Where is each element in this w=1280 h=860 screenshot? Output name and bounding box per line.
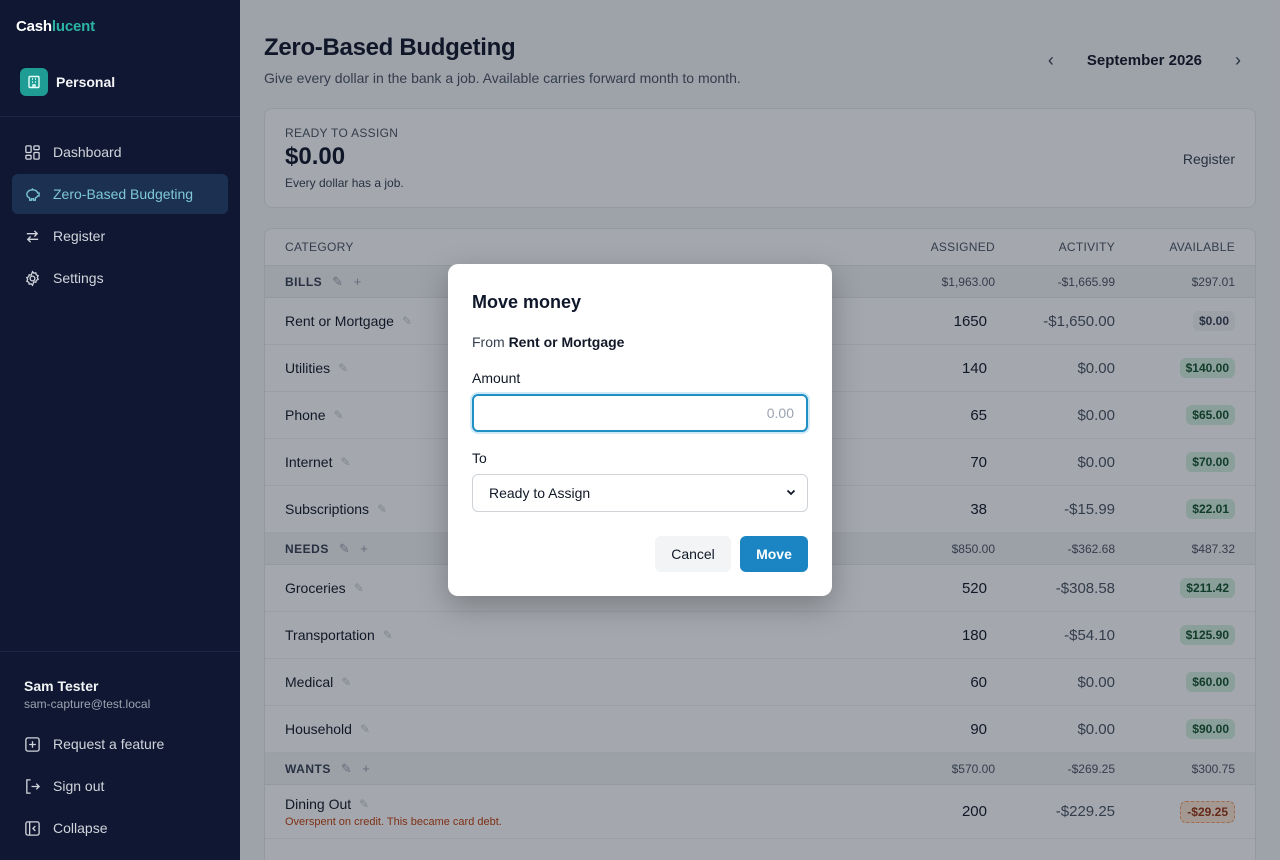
brand-logo[interactable]: Cashlucent xyxy=(16,18,95,35)
gear-icon xyxy=(25,269,40,287)
sidebar-item-settings[interactable]: Settings xyxy=(12,258,228,298)
sidebar-item-label: Dashboard xyxy=(53,144,122,160)
sidebar-item-register[interactable]: Register xyxy=(12,216,228,256)
sidebar-bottom-actions: Request a feature Sign out Collapse xyxy=(12,724,228,850)
cancel-button[interactable]: Cancel xyxy=(655,536,731,572)
dashboard-icon xyxy=(25,144,40,160)
arrows-exchange-icon xyxy=(26,229,39,243)
sidebar-item-label: Register xyxy=(53,228,106,244)
plus-square-icon xyxy=(25,736,40,752)
request-feature-label: Request a feature xyxy=(53,736,165,752)
amount-input[interactable] xyxy=(472,394,808,432)
brand-text-part2: lucent xyxy=(51,18,95,35)
sidebar: Cashlucent Personal Dashboard Zero-Based… xyxy=(0,0,240,860)
move-button[interactable]: Move xyxy=(740,536,808,572)
sign-out-label: Sign out xyxy=(53,778,105,794)
chevron-down-icon xyxy=(785,485,797,501)
workspace-name: Personal xyxy=(56,74,116,90)
to-label: To xyxy=(472,450,487,466)
sidebar-item-label: Zero-Based Budgeting xyxy=(53,186,194,202)
sidebar-item-dashboard[interactable]: Dashboard xyxy=(12,132,228,172)
collapse-icon xyxy=(25,820,40,836)
amount-label: Amount xyxy=(472,370,521,386)
user-email: sam-capture@test.local xyxy=(24,697,151,711)
user-name: Sam Tester xyxy=(24,678,99,694)
user-info: Sam Tester sam-capture@test.local xyxy=(24,678,150,711)
to-selected-value: Ready to Assign xyxy=(489,485,591,501)
sidebar-item-label: Settings xyxy=(53,270,104,286)
collapse-label: Collapse xyxy=(53,820,108,836)
sidebar-item-zero-based-budgeting[interactable]: Zero-Based Budgeting xyxy=(12,174,228,214)
to-select[interactable]: Ready to Assign xyxy=(472,474,808,512)
sidebar-divider xyxy=(0,116,240,117)
sign-out-icon xyxy=(26,778,41,794)
move-money-dialog: Move money From Rent or Mortgage Amount … xyxy=(448,264,832,596)
dialog-title: Move money xyxy=(472,292,582,312)
sign-out-button[interactable]: Sign out xyxy=(12,766,228,806)
request-feature-button[interactable]: Request a feature xyxy=(12,724,228,764)
from-line: From Rent or Mortgage xyxy=(472,334,624,350)
brand-text-part1: Cash xyxy=(16,18,52,35)
sidebar-nav: Dashboard Zero-Based Budgeting Register … xyxy=(12,132,228,300)
sidebar-divider xyxy=(0,651,240,652)
collapse-button[interactable]: Collapse xyxy=(12,808,228,848)
piggy-bank-icon xyxy=(26,187,40,201)
from-prefix: From xyxy=(472,334,505,350)
building-icon xyxy=(20,68,48,96)
from-category: Rent or Mortgage xyxy=(508,334,625,350)
workspace-switcher[interactable]: Personal xyxy=(20,68,115,96)
